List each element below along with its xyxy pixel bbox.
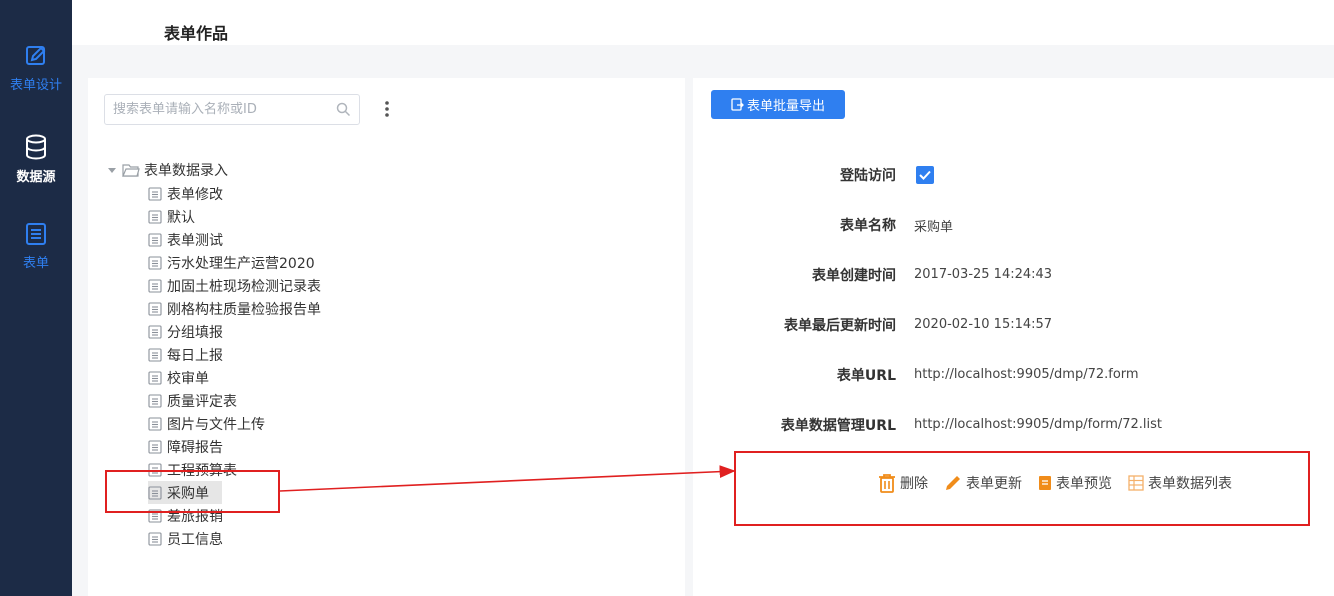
sidebar: 表单设计 数据源 表单 [0,0,72,596]
form-icon [26,223,46,245]
page-title: 表单作品 [164,24,229,43]
form-doc-icon [148,531,162,546]
form-url-value[interactable]: http://localhost:9905/dmp/72.form [914,367,1139,382]
sidebar-item-form-design[interactable]: 表单设计 [0,44,72,93]
tree-item-label: 刚格构柱质量检验报告单 [167,301,321,318]
tree-item[interactable]: 加固土桩现场检测记录表 [148,274,321,297]
check-icon [919,170,931,180]
tree-folder-root[interactable]: 表单数据录入 [108,160,228,180]
sidebar-item-datasource[interactable]: 数据源 [0,134,72,185]
form-url-label: 表单URL [836,368,896,384]
tree-item-label: 分组填报 [167,324,223,341]
form-doc-icon [148,370,162,385]
tree-item[interactable]: 图片与文件上传 [148,412,321,435]
tree-item[interactable]: 障碍报告 [148,435,321,458]
folder-open-icon [122,164,140,177]
updated-time-value: 2020-02-10 15:14:57 [914,317,1053,332]
form-doc-icon [148,186,162,201]
login-access-label: 登陆访问 [840,168,896,184]
form-tree-panel: 表单数据录入 表单修改默认表单测试污水处理生产运营2020 加固土桩现场检测记录表… [88,78,685,596]
tree-item-label: 表单测试 [167,232,223,249]
database-icon [26,134,46,160]
tree-item-label: 默认 [167,209,195,226]
search-box [104,94,360,125]
form-doc-icon [148,209,162,224]
created-time-label: 表单创建时间 [812,268,896,284]
tree-item-label: 表单修改 [167,186,223,203]
tree-item-label: 污水处理生产运营2020 [167,255,315,272]
sidebar-item-label: 表单设计 [9,78,62,93]
batch-export-button[interactable]: 表单批量导出 [711,90,845,119]
tree-item[interactable]: 刚格构柱质量检验报告单 [148,297,321,320]
search-icon[interactable] [336,102,351,117]
tree-item[interactable]: 默认 [148,205,321,228]
batch-export-label: 表单批量导出 [746,98,825,113]
tree-item-label: 图片与文件上传 [167,416,265,433]
form-doc-icon [148,347,162,362]
search-input[interactable] [105,95,325,124]
form-doc-icon [148,278,162,293]
form-doc-icon [148,416,162,431]
tree-item[interactable]: 分组填报 [148,320,321,343]
tree-item[interactable]: 表单测试 [148,228,321,251]
form-doc-icon [148,393,162,408]
export-icon [731,98,744,111]
form-doc-icon [148,439,162,454]
highlight-box-selected-item [105,470,280,513]
form-doc-icon [148,301,162,316]
tree-item-label: 加固土桩现场检测记录表 [167,278,321,295]
tree-item-label: 员工信息 [167,531,223,548]
form-name-value: 采购单 [914,220,954,235]
tree-item-label: 障碍报告 [167,439,223,456]
form-doc-icon [148,324,162,339]
highlight-box-actions [734,451,1310,526]
tree-item[interactable]: 表单修改 [148,182,321,205]
tree-item-label: 校审单 [167,370,209,387]
tree-item[interactable]: 员工信息 [148,527,321,550]
form-doc-icon [148,232,162,247]
tree-item-label: 质量评定表 [167,393,237,410]
tree-item[interactable]: 每日上报 [148,343,321,366]
form-doc-icon [148,255,162,270]
updated-time-label: 表单最后更新时间 [784,318,896,334]
data-url-label: 表单数据管理URL [780,418,896,434]
tree-folder-label: 表单数据录入 [144,163,228,179]
sidebar-item-label: 数据源 [16,170,56,185]
login-access-checkbox[interactable] [916,166,934,184]
tree-item[interactable]: 质量评定表 [148,389,321,412]
tree-item[interactable]: 校审单 [148,366,321,389]
sidebar-item-label: 表单 [22,256,49,271]
tree-item[interactable]: 污水处理生产运营2020 [148,251,321,274]
tree-item-label: 每日上报 [167,347,223,364]
form-name-label: 表单名称 [840,218,896,234]
edit-icon [26,46,46,65]
more-vertical-icon[interactable] [384,100,390,118]
created-time-value: 2017-03-25 14:24:43 [914,267,1053,282]
sidebar-item-form[interactable]: 表单 [0,222,72,271]
data-url-value[interactable]: http://localhost:9905/dmp/form/72.list [914,417,1162,432]
caret-down-icon[interactable] [108,167,116,173]
